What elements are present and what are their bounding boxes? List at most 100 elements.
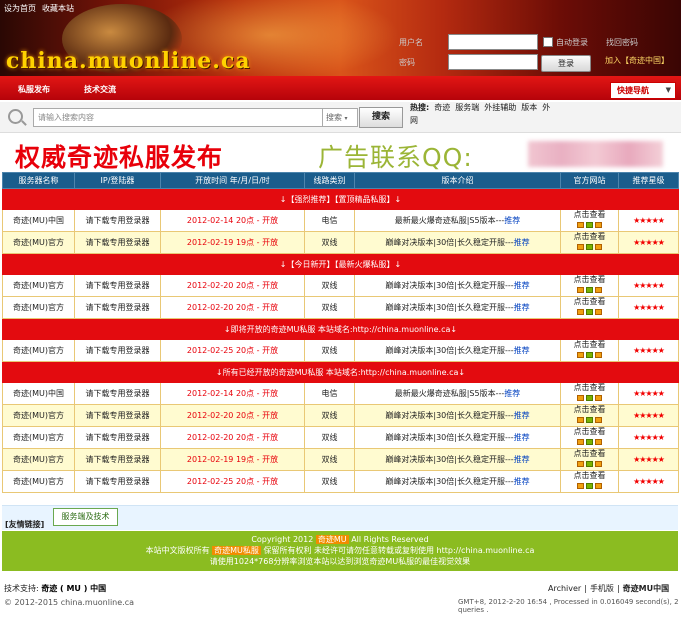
login-button[interactable]: 登录 — [541, 55, 591, 72]
website-cell[interactable]: 点击查看 — [560, 231, 619, 254]
description-cell: 巅峰对决版本|30倍|长久稳定开服---推荐 — [354, 448, 561, 471]
column-header: 线路类别 — [304, 172, 355, 189]
ip-cell[interactable]: 请下载专用登录器 — [74, 339, 161, 362]
description-text: 巅峰对决版本|30倍|长久稳定开服--- — [385, 346, 514, 355]
server-name-cell[interactable]: 奇迹(MU)中国 — [2, 209, 75, 232]
server-name-cell[interactable]: 奇迹(MU)官方 — [2, 296, 75, 319]
server-name-cell[interactable]: 奇迹(MU)官方 — [2, 274, 75, 297]
recommend-link[interactable]: 推荐 — [514, 303, 530, 312]
ip-cell[interactable]: 请下载专用登录器 — [74, 448, 161, 471]
username-input[interactable] — [448, 34, 538, 50]
ip-cell[interactable]: 请下载专用登录器 — [74, 296, 161, 319]
search-type-value: 搜索 — [326, 113, 342, 122]
search-input[interactable]: 请输入搜索内容 — [33, 108, 323, 127]
website-badge-icon — [576, 221, 603, 231]
open-time-cell: 2012-02-19 19点 - 开放 — [160, 448, 305, 471]
auto-login-checkbox[interactable] — [543, 37, 553, 47]
section-title: ↓【今日新开】【最新火爆私服】↓ — [2, 253, 679, 275]
quick-nav-button[interactable]: 快捷导航 ▼ — [610, 82, 676, 99]
table-row[interactable]: 奇迹(MU)官方 请下载专用登录器 2012-02-20 20点 - 开放 双线 巅峰对… — [2, 296, 679, 319]
server-name-cell[interactable]: 奇迹(MU)中国 — [2, 382, 75, 405]
view-website-link[interactable]: 点击查看 — [562, 406, 618, 416]
website-cell[interactable]: 点击查看 — [560, 404, 619, 427]
website-cell[interactable]: 点击查看 — [560, 209, 619, 232]
server-name-cell[interactable]: 奇迹(MU)官方 — [2, 470, 75, 493]
search-type-select[interactable]: 搜索 ▾ — [322, 108, 358, 127]
friend-link-server-tech[interactable]: 服务端及技术 — [53, 508, 118, 526]
table-row[interactable]: 奇迹(MU)官方 请下载专用登录器 2012-02-20 20点 - 开放 双线 巅峰对… — [2, 274, 679, 297]
table-row[interactable]: 奇迹(MU)官方 请下载专用登录器 2012-02-19 19点 - 开放 双线 巅峰对… — [2, 231, 679, 254]
table-row[interactable]: 奇迹(MU)中国 请下载专用登录器 2012-02-14 20点 - 开放 电信 最新最… — [2, 209, 679, 232]
recommend-link[interactable]: 推荐 — [504, 216, 520, 225]
site-logo[interactable]: china.muonline.ca — [6, 48, 251, 74]
ip-cell[interactable]: 请下载专用登录器 — [74, 404, 161, 427]
mobile-link[interactable]: 手机版 — [590, 584, 614, 593]
table-row[interactable]: 奇迹(MU)中国 请下载专用登录器 2012-02-14 20点 - 开放 电信 最新最… — [2, 382, 679, 405]
view-website-link[interactable]: 点击查看 — [562, 384, 618, 394]
server-name-cell[interactable]: 奇迹(MU)官方 — [2, 231, 75, 254]
view-website-link[interactable]: 点击查看 — [562, 428, 618, 438]
view-website-link[interactable]: 点击查看 — [562, 233, 618, 243]
recommend-link[interactable]: 推荐 — [514, 411, 530, 420]
website-cell[interactable]: 点击查看 — [560, 382, 619, 405]
recommend-link[interactable]: 推荐 — [514, 455, 530, 464]
recommend-link[interactable]: 推荐 — [514, 433, 530, 442]
hot-search-item[interactable]: 版本 — [521, 103, 537, 112]
website-badge-icon — [576, 438, 603, 448]
auto-login-label: 自动登录 — [556, 38, 588, 47]
view-website-link[interactable]: 点击查看 — [562, 211, 618, 221]
join-link[interactable]: 加入【奇迹中国】 — [605, 55, 669, 66]
table-row[interactable]: 奇迹(MU)官方 请下载专用登录器 2012-02-20 20点 - 开放 双线 巅峰对… — [2, 404, 679, 427]
page-stats: GMT+8, 2012-2-20 16:54 , Processed in 0.… — [458, 598, 679, 614]
recommend-link[interactable]: 推荐 — [514, 477, 530, 486]
ip-cell[interactable]: 请下载专用登录器 — [74, 274, 161, 297]
server-name-cell[interactable]: 奇迹(MU)官方 — [2, 339, 75, 362]
section-header-row: ↓【强烈推荐】【置顶精品私服】↓ — [2, 188, 679, 210]
view-website-link[interactable]: 点击查看 — [562, 341, 618, 351]
hot-search-item[interactable]: 奇迹 — [434, 103, 450, 112]
tech-support-value[interactable]: 奇迹 ( MU ) 中国 — [41, 584, 106, 593]
find-password-link[interactable]: 找回密码 — [606, 37, 638, 48]
view-website-link[interactable]: 点击查看 — [562, 298, 618, 308]
website-cell[interactable]: 点击查看 — [560, 448, 619, 471]
ip-cell[interactable]: 请下载专用登录器 — [74, 470, 161, 493]
archiver-link[interactable]: Archiver — [548, 584, 581, 593]
table-row[interactable]: 奇迹(MU)官方 请下载专用登录器 2012-02-19 19点 - 开放 双线 巅峰对… — [2, 448, 679, 471]
server-name-cell[interactable]: 奇迹(MU)官方 — [2, 426, 75, 449]
open-time-cell: 2012-02-19 19点 - 开放 — [160, 231, 305, 254]
recommend-link[interactable]: 推荐 — [514, 346, 530, 355]
view-website-link[interactable]: 点击查看 — [562, 450, 618, 460]
hot-search-item[interactable]: 外挂辅助 — [484, 103, 516, 112]
table-row[interactable]: 奇迹(MU)官方 请下载专用登录器 2012-02-25 20点 - 开放 双线 巅峰对… — [2, 470, 679, 493]
mu-china-link[interactable]: 奇迹MU中国 — [623, 584, 669, 593]
website-cell[interactable]: 点击查看 — [560, 470, 619, 493]
nav-item-tech-exchange[interactable]: 技术交流 — [84, 84, 116, 95]
website-cell[interactable]: 点击查看 — [560, 426, 619, 449]
search-button[interactable]: 搜索 — [359, 107, 403, 128]
footer-copyright-text: Copyright 2012 — [251, 535, 314, 544]
server-name-cell[interactable]: 奇迹(MU)官方 — [2, 404, 75, 427]
view-website-link[interactable]: 点击查看 — [562, 276, 618, 286]
ip-cell[interactable]: 请下载专用登录器 — [74, 382, 161, 405]
bookmark-link[interactable]: 收藏本站 — [42, 4, 74, 13]
badge-dot-icon — [577, 352, 584, 358]
ip-cell[interactable]: 请下载专用登录器 — [74, 426, 161, 449]
hot-search-item[interactable]: 服务端 — [455, 103, 479, 112]
recommend-link[interactable]: 推荐 — [514, 281, 530, 290]
table-row[interactable]: 奇迹(MU)官方 请下载专用登录器 2012-02-20 20点 - 开放 双线 巅峰对… — [2, 426, 679, 449]
website-cell[interactable]: 点击查看 — [560, 296, 619, 319]
ip-cell[interactable]: 请下载专用登录器 — [74, 209, 161, 232]
table-row[interactable]: 奇迹(MU)官方 请下载专用登录器 2012-02-25 20点 - 开放 双线 巅峰对… — [2, 339, 679, 362]
nav-item-server-release[interactable]: 私服发布 — [18, 84, 50, 95]
password-input[interactable] — [448, 54, 538, 70]
view-website-link[interactable]: 点击查看 — [562, 472, 618, 482]
server-name-cell[interactable]: 奇迹(MU)官方 — [2, 448, 75, 471]
recommend-link[interactable]: 推荐 — [514, 238, 530, 247]
recommend-link[interactable]: 推荐 — [504, 389, 520, 398]
ip-cell[interactable]: 请下载专用登录器 — [74, 231, 161, 254]
column-header: IP/登陆器 — [74, 172, 161, 189]
section-title: ↓即将开放的奇迹MU私服 本站域名:http://china.muonline.… — [2, 318, 679, 340]
website-cell[interactable]: 点击查看 — [560, 274, 619, 297]
website-cell[interactable]: 点击查看 — [560, 339, 619, 362]
set-homepage-link[interactable]: 设为首页 — [4, 4, 36, 13]
